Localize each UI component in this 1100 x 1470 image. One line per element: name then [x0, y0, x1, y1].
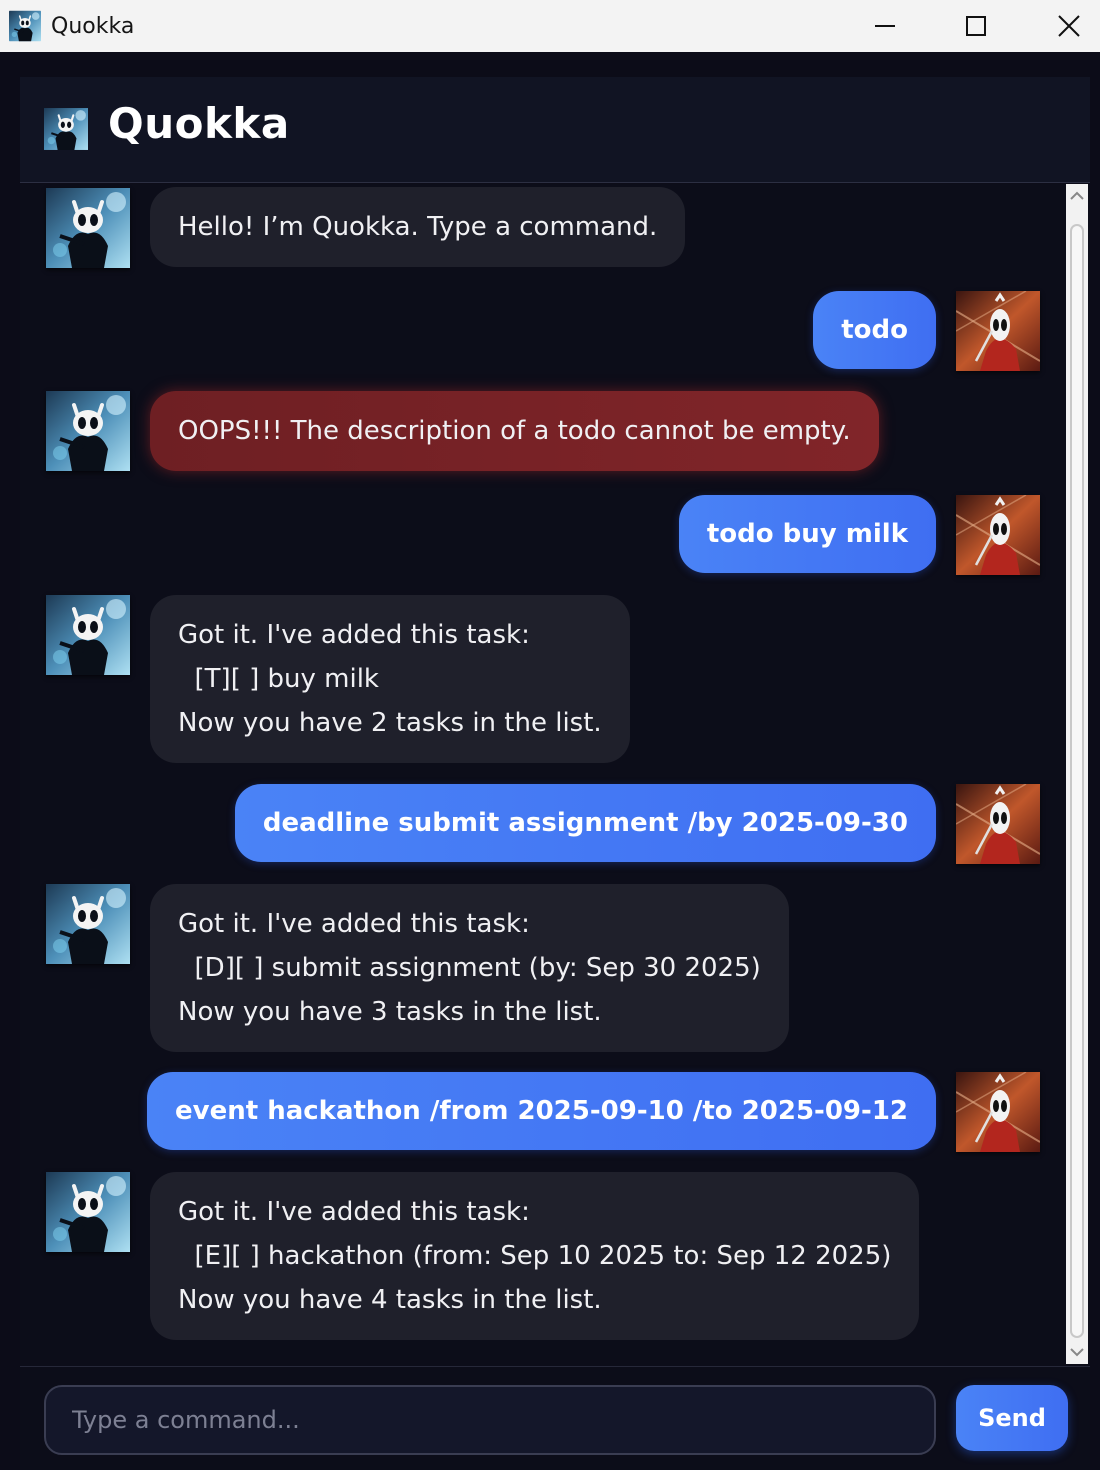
hornet-avatar: [956, 1072, 1040, 1152]
close-icon: [1058, 15, 1080, 37]
knight-avatar: [46, 1172, 130, 1252]
knight-avatar: [46, 391, 130, 471]
bot-message: Hello! I’m Quokka. Type a command.: [150, 187, 686, 267]
app-header: Quokka: [20, 77, 1090, 183]
bot-message: Got it. I've added this task: [E][ ] hac…: [150, 1172, 920, 1340]
user-message: todo buy milk: [678, 495, 936, 573]
chat-list[interactable]: Hello! I’m Quokka. Type a command. todo …: [20, 184, 1090, 1366]
knight-avatar-icon: [44, 107, 88, 151]
hornet-avatar: [956, 784, 1040, 864]
bot-message: Got it. I've added this task: [D][ ] sub…: [150, 884, 789, 1052]
chevron-down-icon: [1070, 1348, 1084, 1357]
send-button[interactable]: Send: [956, 1385, 1068, 1451]
user-message: todo: [813, 291, 936, 369]
window-title: Quokka: [51, 13, 135, 39]
knight-avatar: [46, 884, 130, 964]
window-titlebar: Quokka: [0, 0, 1100, 52]
scroll-up-button[interactable]: [1066, 184, 1088, 208]
knight-avatar: [46, 595, 130, 675]
minimize-icon: [875, 25, 895, 27]
user-message: event hackathon /from 2025-09-10 /to 202…: [146, 1072, 936, 1150]
scrollbar-thumb[interactable]: [1070, 224, 1084, 1338]
hornet-avatar: [956, 291, 1040, 371]
input-area: Send: [20, 1366, 1090, 1470]
close-button[interactable]: [1023, 0, 1100, 52]
knight-avatar: [46, 188, 130, 268]
command-input[interactable]: [44, 1385, 936, 1455]
scroll-down-button[interactable]: [1066, 1340, 1088, 1364]
maximize-icon: [966, 16, 986, 36]
hornet-avatar: [956, 495, 1040, 575]
error-message: OOPS!!! The description of a todo cannot…: [150, 391, 879, 471]
maximize-button[interactable]: [930, 0, 1022, 52]
chat-scrollbar[interactable]: [1066, 184, 1088, 1364]
bot-message: Got it. I've added this task: [T][ ] buy…: [150, 595, 630, 763]
user-message: deadline submit assignment /by 2025-09-3…: [234, 784, 936, 862]
knight-avatar-icon: [9, 10, 41, 42]
minimize-button[interactable]: [839, 0, 931, 52]
chevron-up-icon: [1070, 191, 1084, 200]
app-name: Quokka: [108, 99, 290, 148]
